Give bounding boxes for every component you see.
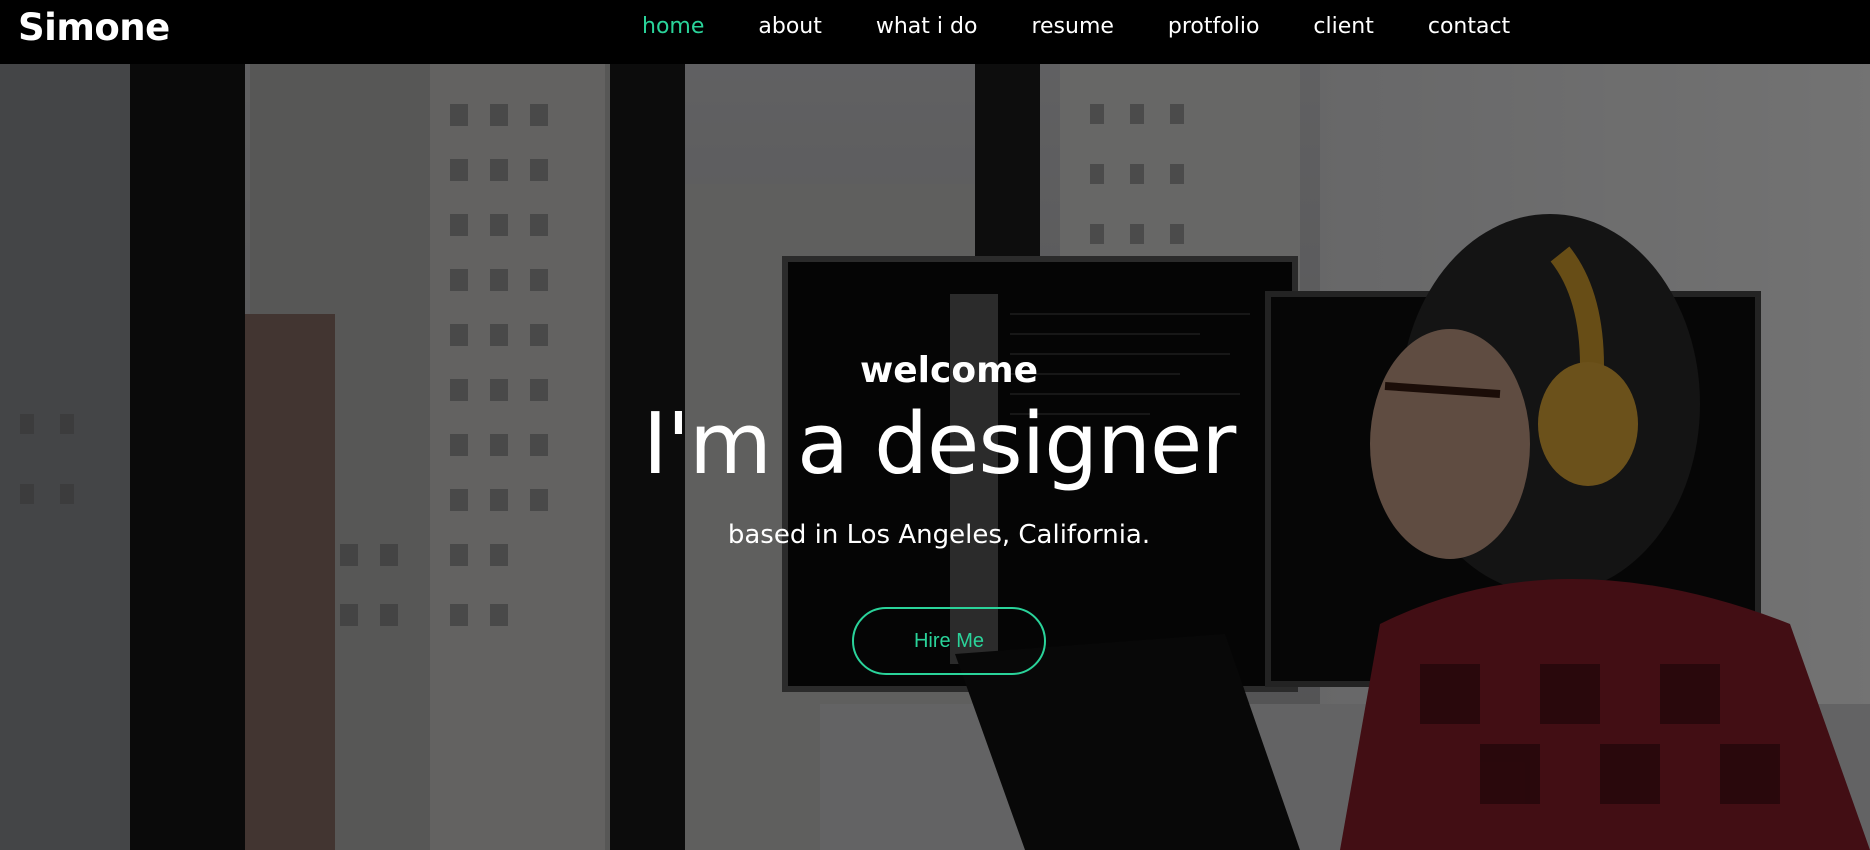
nav-item-contact[interactable]: contact	[1401, 12, 1537, 42]
nav-item-resume[interactable]: resume	[1004, 12, 1140, 42]
nav-item-about[interactable]: about	[731, 12, 848, 42]
nav-item-portfolio[interactable]: protfolio	[1141, 12, 1287, 42]
brand-logo[interactable]: Simone	[18, 6, 170, 50]
top-navbar: Simone home about what i do resume protf…	[0, 0, 1870, 64]
nav-item-client[interactable]: client	[1286, 12, 1400, 42]
nav-item-home[interactable]: home	[642, 12, 731, 42]
hero-welcome-text: welcome	[859, 350, 1038, 391]
nav-item-what-i-do[interactable]: what i do	[849, 12, 1005, 42]
hero-headline: I'm a designer	[642, 395, 1237, 494]
hero-content: welcome I'm a designer based in Los Ange…	[0, 64, 1870, 850]
hero-subline: based in Los Angeles, California.	[727, 520, 1151, 550]
hero-section: welcome I'm a designer based in Los Ange…	[0, 64, 1870, 850]
hire-me-button[interactable]: Hire Me	[852, 607, 1046, 675]
main-nav: home about what i do resume protfolio cl…	[642, 12, 1537, 42]
